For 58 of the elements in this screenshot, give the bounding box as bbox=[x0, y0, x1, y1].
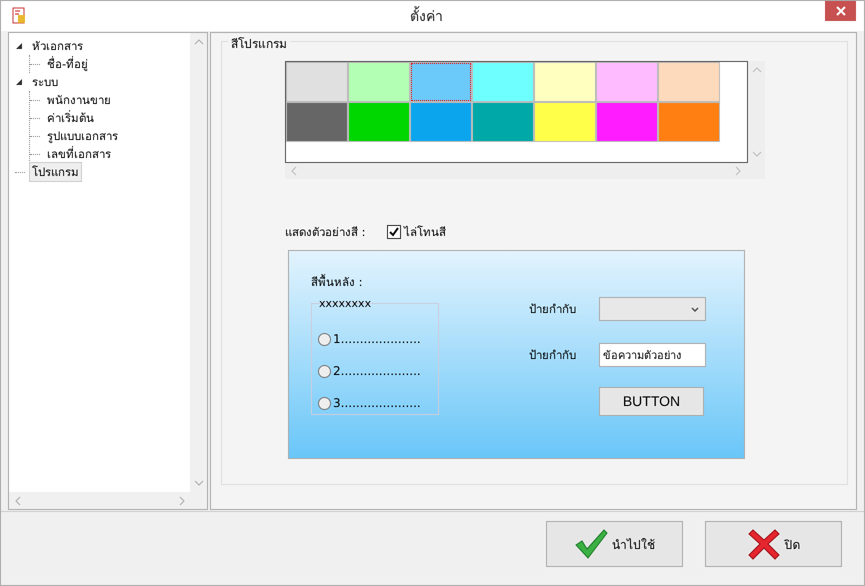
scroll-down-icon[interactable] bbox=[194, 480, 204, 486]
sample-button[interactable]: BUTTON bbox=[599, 386, 704, 416]
tree-item[interactable]: ระบบ bbox=[29, 72, 61, 92]
scroll-right-icon[interactable] bbox=[735, 166, 741, 176]
field-label: ป้ายกำกับ bbox=[529, 347, 577, 364]
expander-icon[interactable] bbox=[15, 78, 23, 86]
group-title: xxxxxxxx bbox=[319, 297, 372, 310]
x-mark-icon bbox=[746, 527, 780, 561]
scrollbar[interactable] bbox=[9, 492, 207, 509]
scroll-left-icon[interactable] bbox=[15, 496, 21, 506]
color-swatch[interactable] bbox=[286, 102, 348, 142]
background-label: สีพื้นหลัง : bbox=[311, 273, 364, 291]
color-swatch[interactable] bbox=[658, 102, 720, 142]
close-icon bbox=[836, 6, 846, 16]
expander-icon[interactable] bbox=[15, 42, 23, 50]
color-swatch[interactable] bbox=[348, 102, 410, 142]
tree-item[interactable]: โปรแกรม bbox=[29, 162, 82, 182]
color-swatch[interactable] bbox=[534, 102, 596, 142]
tree-item[interactable]: รูปแบบเอกสาร bbox=[44, 126, 121, 146]
scroll-down-icon[interactable] bbox=[752, 151, 762, 157]
scroll-right-icon[interactable] bbox=[179, 496, 185, 506]
text-field[interactable]: ข้อความตัวอย่าง bbox=[599, 343, 706, 367]
chevron-down-icon bbox=[691, 306, 699, 312]
color-swatch[interactable] bbox=[472, 62, 534, 102]
scrollbar[interactable] bbox=[190, 33, 207, 492]
scrollbar[interactable] bbox=[748, 61, 765, 163]
window-title: ตั้งค่า bbox=[410, 5, 443, 27]
apply-button[interactable]: นำไปใช้ bbox=[546, 521, 683, 567]
dropdown[interactable] bbox=[599, 297, 706, 321]
check-icon bbox=[388, 226, 400, 238]
tree-item[interactable]: ค่าเริ่มต้น bbox=[44, 108, 97, 128]
color-swatch[interactable] bbox=[658, 62, 720, 102]
close-button[interactable]: ปิด bbox=[705, 521, 842, 567]
radio-button[interactable]: 1..................... bbox=[318, 330, 438, 348]
color-swatch[interactable] bbox=[534, 62, 596, 102]
tree-item[interactable]: พนักงานขาย bbox=[44, 90, 114, 110]
radio-button[interactable]: 2..................... bbox=[318, 362, 438, 380]
tree-item[interactable]: เลขที่เอกสาร bbox=[44, 144, 114, 164]
color-swatch[interactable] bbox=[348, 62, 410, 102]
color-swatch[interactable] bbox=[286, 62, 348, 102]
tree-item[interactable]: หัวเอกสาร bbox=[29, 36, 86, 56]
color-swatch[interactable] bbox=[596, 62, 658, 102]
scroll-up-icon[interactable] bbox=[194, 39, 204, 45]
preview-label: แสดงตัวอย่างสี : bbox=[285, 224, 367, 241]
scrollbar[interactable] bbox=[285, 163, 765, 179]
document-icon bbox=[10, 7, 28, 25]
color-swatch[interactable] bbox=[472, 102, 534, 142]
tree-item[interactable]: ชื่อ-ที่อยู่ bbox=[44, 54, 92, 74]
radio-button[interactable]: 3..................... bbox=[318, 394, 438, 412]
scroll-up-icon[interactable] bbox=[752, 67, 762, 73]
color-swatch[interactable] bbox=[410, 62, 472, 102]
color-swatch[interactable] bbox=[596, 102, 658, 142]
color-swatch[interactable] bbox=[410, 102, 472, 142]
checkmark-icon bbox=[574, 527, 608, 561]
field-label: ป้ายกำกับ bbox=[529, 301, 577, 318]
gradient-checkbox[interactable]: ไล่โทนสี bbox=[387, 223, 446, 241]
close-button[interactable] bbox=[825, 1, 856, 21]
scroll-left-icon[interactable] bbox=[291, 166, 297, 176]
